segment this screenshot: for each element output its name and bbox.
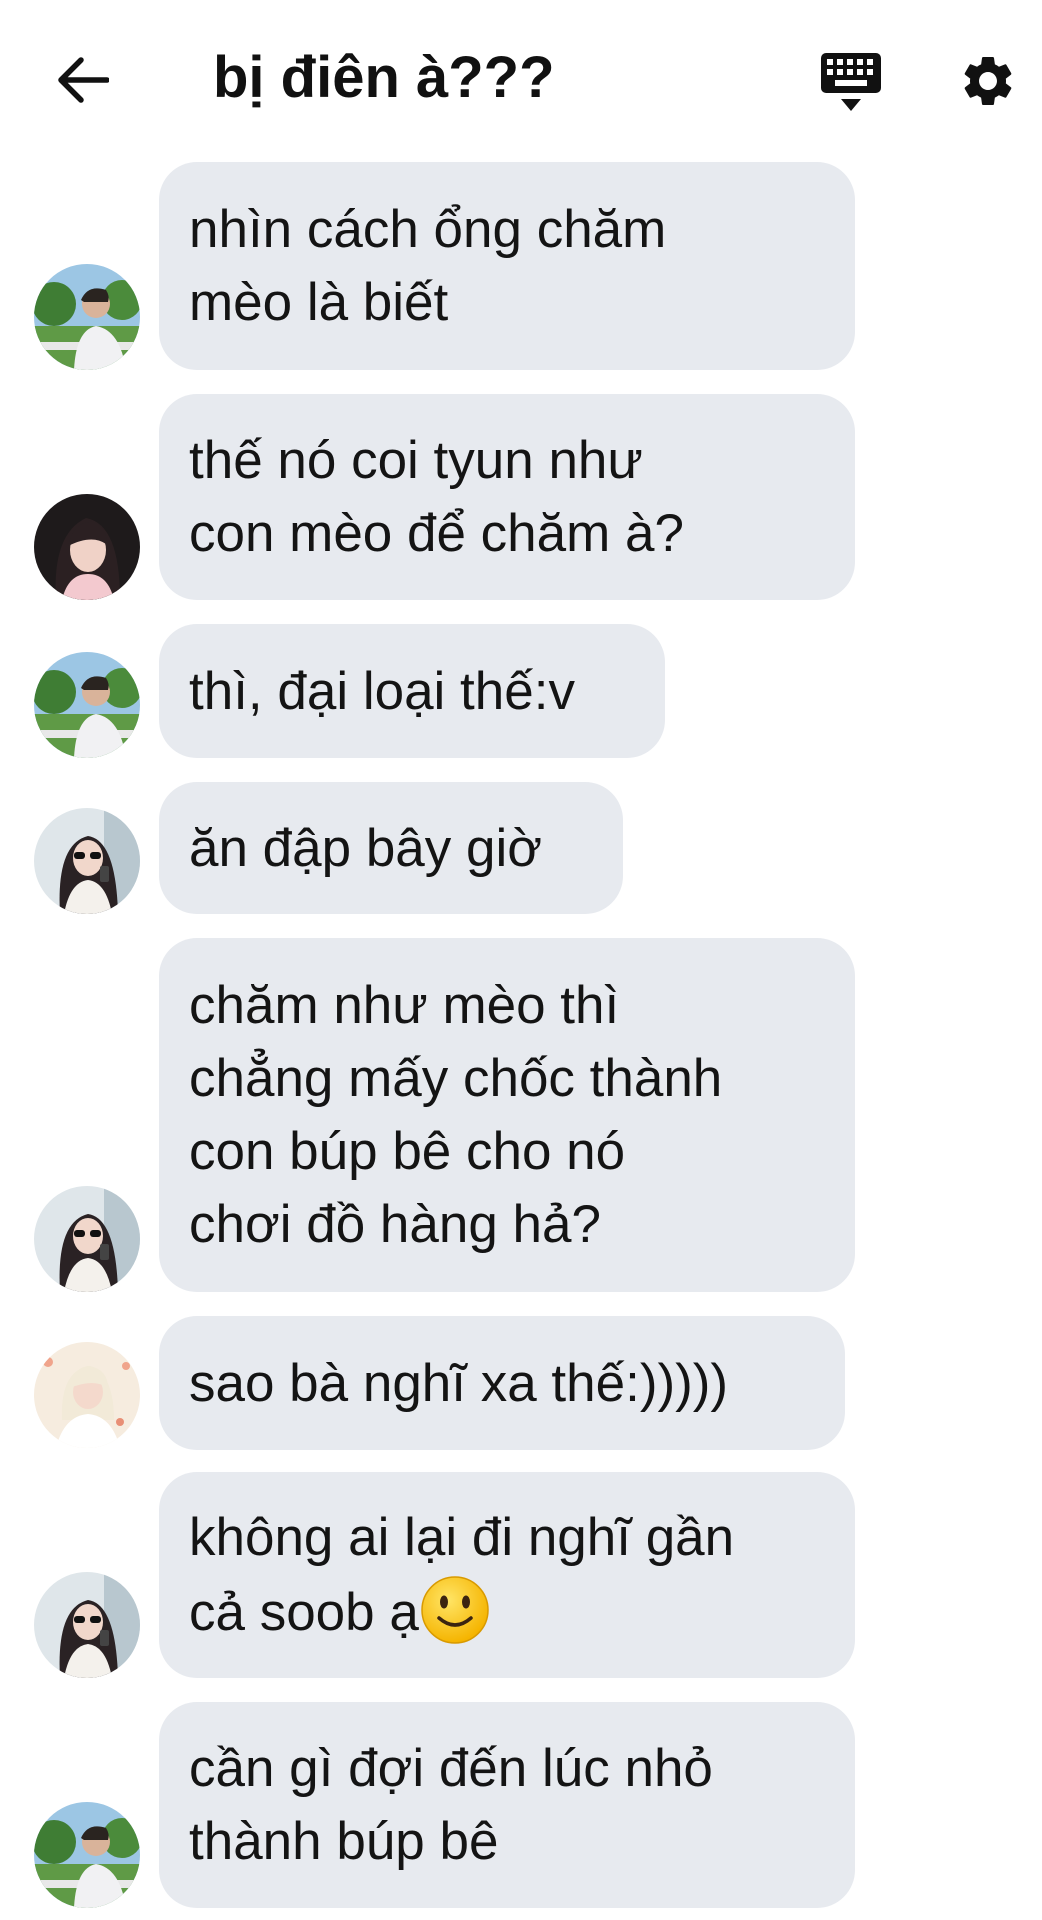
avatar-boy-garden-image <box>34 1802 140 1908</box>
message-text: chăm như mèo thì chẳng mấy chốc thành co… <box>189 976 723 1254</box>
avatar[interactable] <box>34 808 140 914</box>
message-text: nhìn cách ổng chăm mèo là biết <box>189 200 667 332</box>
message-text: sao bà nghĩ xa thế:))))) <box>189 1353 729 1413</box>
message-text: ăn đập bây giờ <box>189 818 543 878</box>
avatar-girl-sunglasses-image <box>34 808 140 914</box>
gear-icon <box>964 56 1012 105</box>
message-bubble[interactable]: nhìn cách ổng chăm mèo là biết <box>159 162 855 370</box>
avatar-boy-garden-image <box>34 652 140 758</box>
message-text: thì, đại loại thế:v <box>189 661 575 721</box>
avatar[interactable] <box>34 1342 140 1448</box>
avatar[interactable] <box>34 264 140 370</box>
message-bubble[interactable]: thì, đại loại thế:v <box>159 624 665 758</box>
slightly-smiling-face-icon <box>421 1576 489 1644</box>
avatar-girl-dark-hair-image <box>34 494 140 600</box>
avatar[interactable] <box>34 494 140 600</box>
message-text: cần gì đợi đến lúc nhỏ thành búp bê <box>189 1739 713 1871</box>
message-bubble[interactable]: ăn đập bây giờ <box>159 782 623 914</box>
avatar-girl-sunglasses-image <box>34 1186 140 1292</box>
avatar[interactable] <box>34 1186 140 1292</box>
avatar-girl-sunglasses-image <box>34 1572 140 1678</box>
avatar-boy-garden-image <box>34 264 140 370</box>
chat-header: bị điên à??? <box>0 0 1042 160</box>
message-text: thế nó coi tyun như con mèo để chăm à? <box>189 431 684 563</box>
message-bubble[interactable]: sao bà nghĩ xa thế:))))) <box>159 1316 845 1450</box>
message-bubble[interactable]: cần gì đợi đến lúc nhỏ thành búp bê <box>159 1702 855 1908</box>
message-bubble[interactable]: chăm như mèo thì chẳng mấy chốc thành co… <box>159 938 855 1292</box>
arrow-left-icon <box>58 57 109 103</box>
message-text-wrap: không ai lại đi nghĩ gần cả soob ạ <box>189 1501 734 1649</box>
avatar-blonde-girl-image <box>34 1342 140 1448</box>
chat-title: bị điên à??? <box>213 45 555 110</box>
back-button[interactable] <box>50 48 114 112</box>
message-bubble[interactable]: không ai lại đi nghĩ gần cả soob ạ <box>159 1472 855 1678</box>
message-bubble[interactable]: thế nó coi tyun như con mèo để chăm à? <box>159 394 855 600</box>
avatar[interactable] <box>34 1572 140 1678</box>
avatar[interactable] <box>34 1802 140 1908</box>
keyboard-icon <box>821 53 881 111</box>
avatar[interactable] <box>34 652 140 758</box>
keyboard-button[interactable] <box>815 46 887 118</box>
settings-button[interactable] <box>955 48 1021 114</box>
